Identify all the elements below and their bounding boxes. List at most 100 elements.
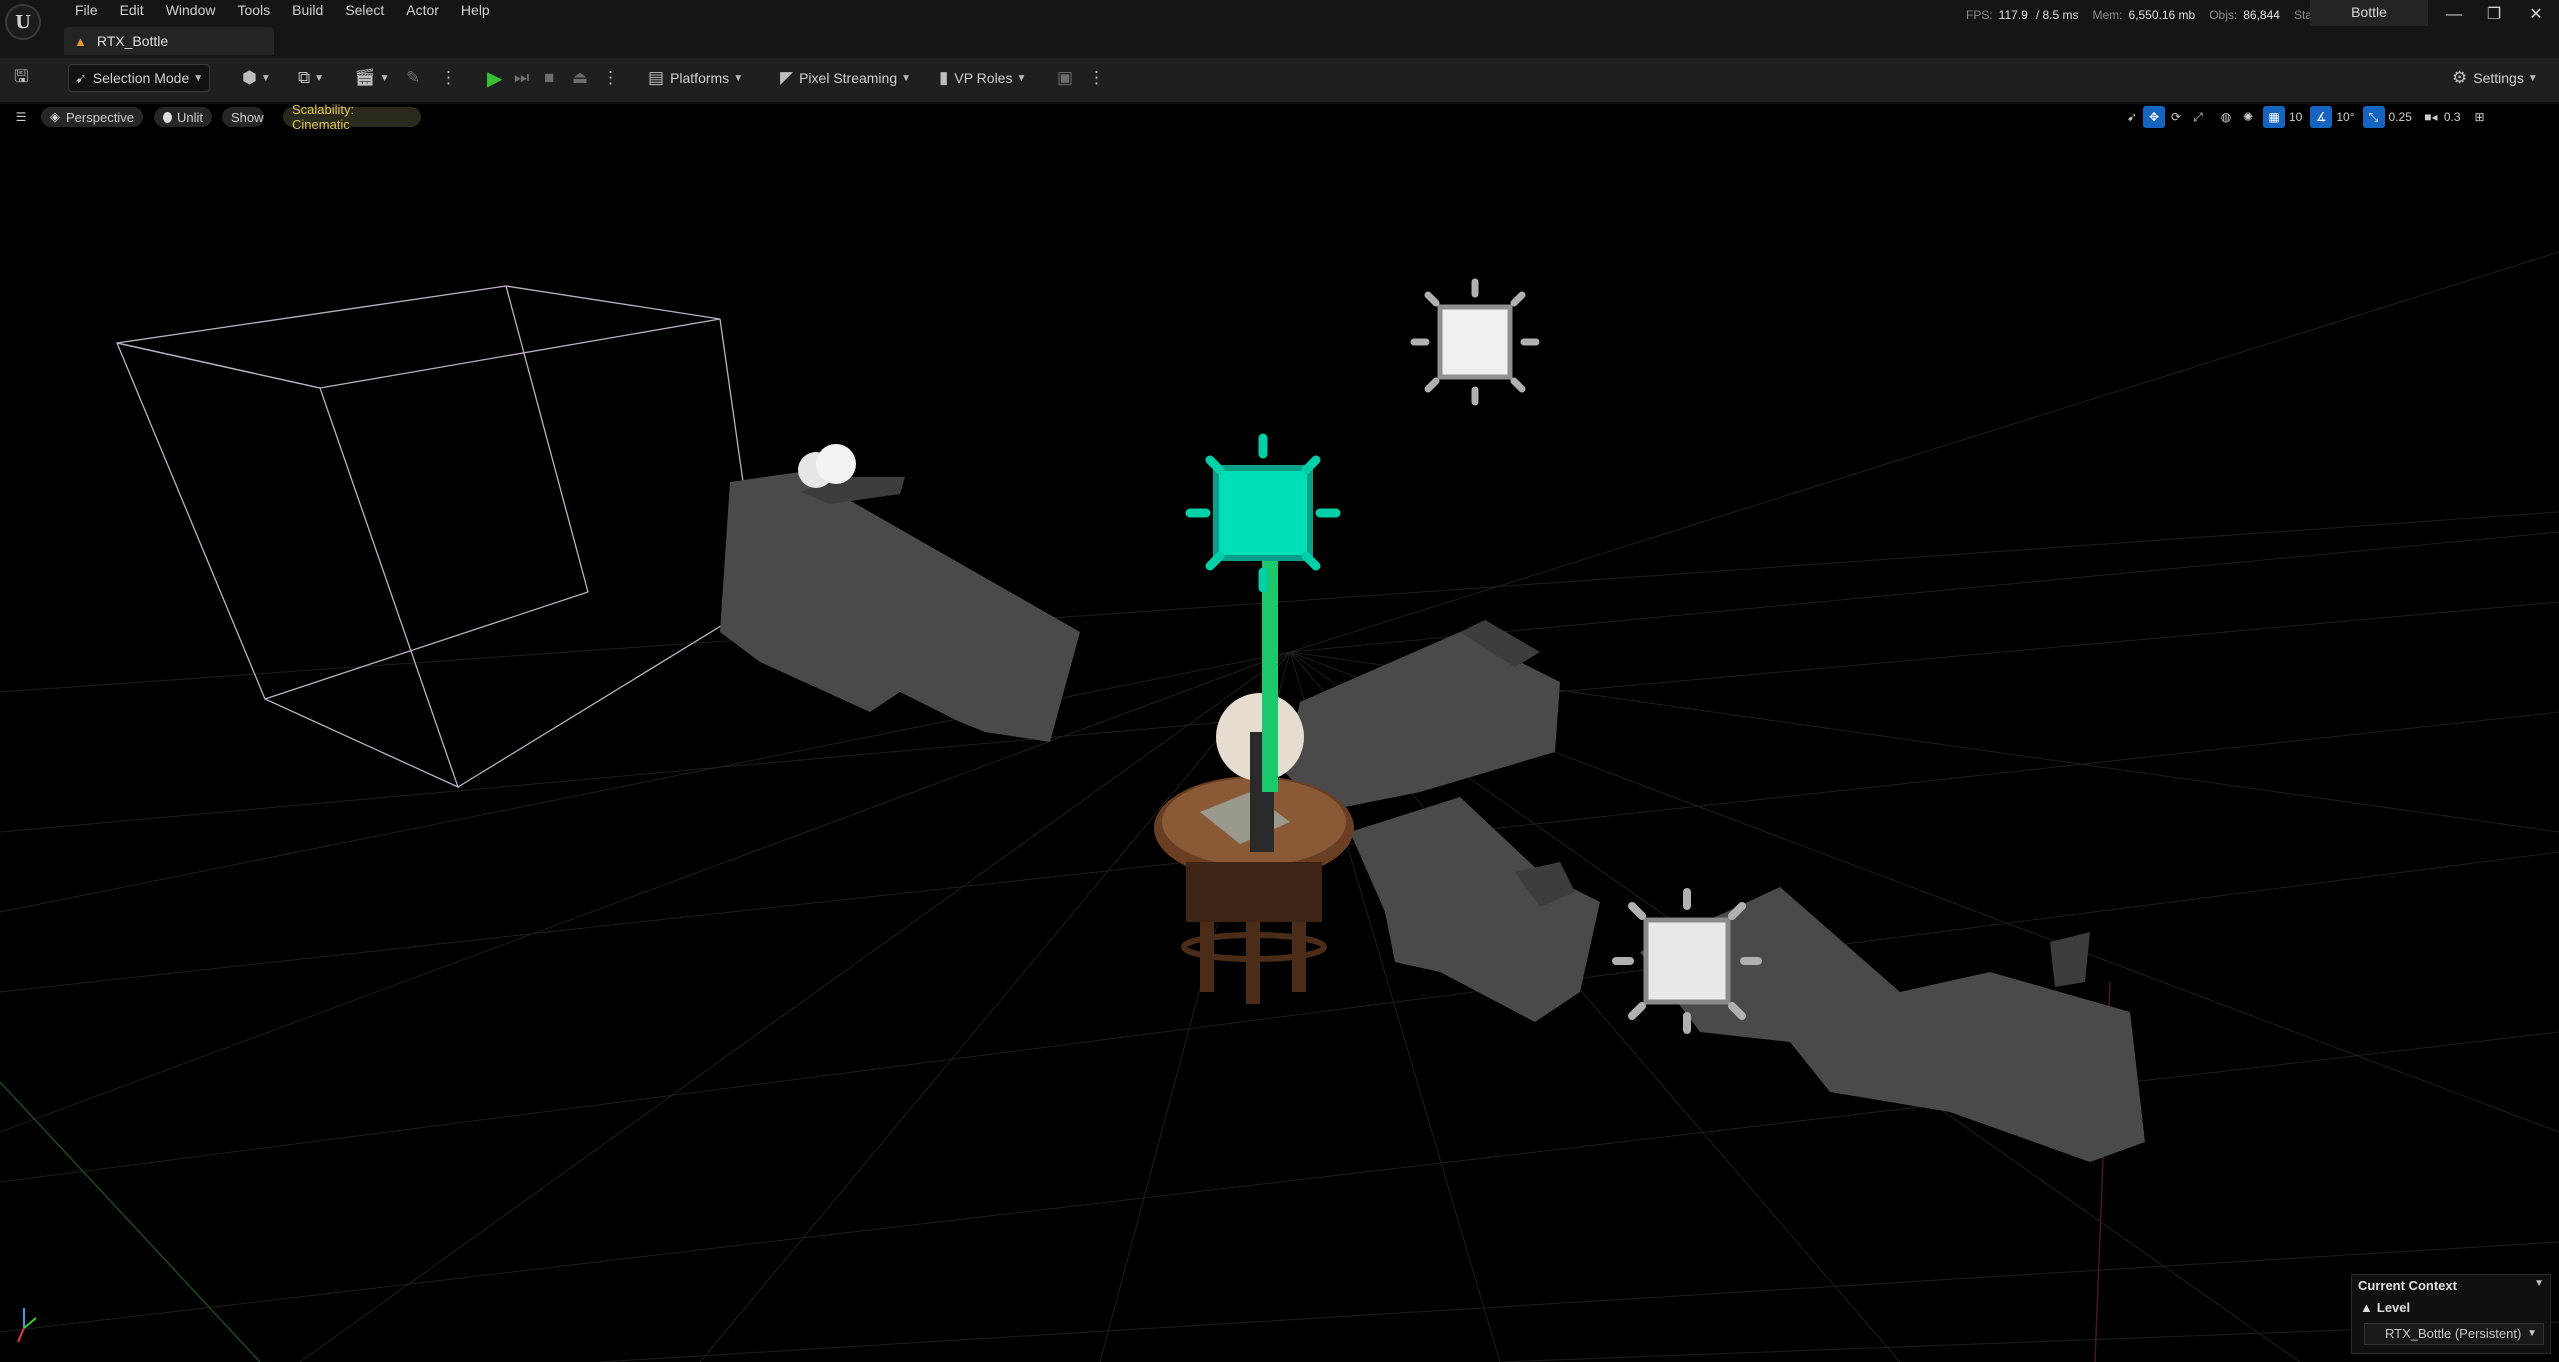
perspective-button[interactable]: ◈ Perspective [41,107,143,127]
scalability-warning[interactable]: Scalability: Cinematic [283,102,421,132]
play-icon: ▶ [487,67,503,90]
persistent-level-dropdown[interactable]: RTX_Bottle (Persistent) ▼ [2364,1323,2544,1345]
project-name: Bottle [2310,0,2428,26]
add-actor-icon: ⬢ [242,68,257,87]
main-menu: File Edit Window Tools Build Select Acto… [64,0,501,22]
viewport-menu-icon[interactable]: ☰ [10,106,32,128]
scale-snap-icon[interactable]: ⤡ [2362,106,2385,128]
cube-icon: ◈ [50,109,60,124]
chevron-down-icon: ▼ [193,72,204,84]
show-label: Show [231,109,264,125]
current-context-panel: Current Context ▼ ▲ Level RTX_Bottle (Per… [2351,1274,2551,1354]
menu-build[interactable]: Build [281,0,334,22]
gear-icon: ⚙ [2452,68,2468,87]
select-tool-icon[interactable]: ➹ [2121,106,2143,128]
modes-icon: ✎ [406,68,421,87]
menu-actor[interactable]: Actor [395,0,450,22]
pixel-streaming-label: Pixel Streaming [799,70,898,86]
menu-select[interactable]: Select [334,0,395,22]
grid-snap-icon[interactable]: ▦ [2263,106,2285,128]
chevron-down-icon: ▼ [2527,1328,2537,1339]
translate-tool-icon[interactable]: ✥ [2143,106,2165,128]
show-button[interactable]: Show [222,107,264,127]
menu-help[interactable]: Help [450,0,501,22]
menu-file[interactable]: File [64,0,109,22]
mem-value: 6,550.16 mb [2128,8,2196,22]
stop-button[interactable]: ■ [544,64,554,92]
view-mode-label: Unlit [176,109,203,125]
scalability-label: Scalability: Cinematic [292,102,355,132]
perspective-label: Perspective [66,109,134,125]
scale-tool-icon[interactable]: ⤢ [2187,106,2209,128]
eject-button[interactable]: ⏏ [572,64,588,92]
persistent-level-label: RTX_Bottle (Persistent) [2385,1326,2522,1341]
pixel-streaming-dropdown[interactable]: ◤ Pixel Streaming ▼ [780,64,911,92]
settings-label: Settings [2473,70,2524,86]
objs-label: Objs: [2209,8,2238,22]
advance-frame-button[interactable]: ⏭ [514,64,529,92]
level-icon: ▲ [2360,1300,2373,1315]
rotation-snap-icon[interactable]: ∡ [2310,106,2333,128]
restore-icon[interactable]: ❐ [2474,2,2514,28]
stop-icon: ■ [544,68,555,87]
selection-mode-dropdown[interactable]: ➹ Selection Mode ▼ [68,64,210,92]
eject-icon: ⏏ [572,68,589,87]
minimize-icon[interactable]: — [2434,2,2474,28]
level-tab-label: RTX_Bottle [96,33,169,49]
blueprint-icon: ⧉ [298,68,311,87]
surface-snap-icon[interactable]: ✺ [2237,106,2259,128]
world-space-icon[interactable]: ◍ [2215,106,2237,128]
vp-roles-dropdown[interactable]: ▮ VP Roles ▼ [939,64,1026,92]
objs-value: 86,844 [2243,8,2280,22]
extra-options-icon[interactable]: ⋮ [1088,64,1105,92]
rotate-tool-icon[interactable]: ⟳ [2165,106,2187,128]
chevron-down-icon[interactable]: ▼ [2534,1278,2544,1289]
menu-window[interactable]: Window [155,0,227,22]
settings-dropdown[interactable]: ⚙ Settings ▼ [2452,64,2538,92]
rotation-snap-value[interactable]: 10° [2336,110,2354,124]
frame-ms: / 8.5 ms [2035,8,2079,22]
modes-button[interactable]: ✎ [406,64,420,92]
selection-mode-label: Selection Mode [92,70,190,86]
camera-speed-value[interactable]: 0.3 [2444,110,2461,124]
cinematics-button[interactable]: 🎬︎ ▼ [354,64,390,92]
mem-label: Mem: [2092,8,2123,22]
play-button[interactable]: ▶ [487,64,502,92]
vcam-icon: ▣ [1057,68,1074,87]
play-options-icon[interactable]: ⋮ [602,64,619,92]
add-actor-button[interactable]: ⬢ ▼ [242,64,271,92]
perf-stats: FPS: 117.9 / 8.5 ms Mem: 6,550.16 mb Obj… [1966,0,2347,30]
sphere-icon [163,111,172,123]
camera-speed-icon[interactable]: ■◂ [2420,106,2442,128]
more-options-icon[interactable]: ⋮ [440,64,457,92]
grid-snap-value[interactable]: 10 [2289,110,2302,124]
platforms-dropdown[interactable]: ▤ Platforms ▼ [648,64,743,92]
transform-tools: ➹ ✥ ⟳ ⤢ ◍ ✺ ▦ 10 ∡ 10° ⤡ 0.25 ■◂ 0.3 ⊞ [2121,106,2491,128]
unreal-logo[interactable]: U [5,4,41,40]
platforms-icon: ▤ [648,68,665,87]
cursor-icon: ➹ [75,69,87,86]
vp-roles-icon: ▮ [939,68,949,87]
close-icon[interactable]: ✕ [2516,2,2556,28]
scale-snap-value[interactable]: 0.25 [2389,110,2412,124]
maximize-viewport-icon[interactable]: ⊞ [2469,106,2491,128]
level-viewport[interactable] [0,132,2559,1362]
clapper-icon: 🎬︎ [354,68,376,87]
pixel-streaming-icon: ◤ [780,68,794,87]
view-mode-button[interactable]: Unlit [154,107,212,127]
fps-value: 117.9 [1998,8,2028,22]
level-text: Level [2376,1300,2411,1315]
level-tab[interactable]: ▲ RTX_Bottle [64,27,274,55]
current-context-title: Current Context [2358,1278,2457,1293]
menu-edit[interactable]: Edit [109,0,155,22]
vp-roles-label: VP Roles [954,70,1013,86]
save-icon[interactable]: 🖫 [14,64,28,92]
menu-tools[interactable]: Tools [226,0,281,22]
fps-label: FPS: [1966,8,1993,22]
level-icon: ▲ [74,33,87,49]
blueprint-button[interactable]: ⧉ ▼ [298,64,324,92]
level-label: ▲ Level [2360,1300,2410,1315]
vcam-button[interactable]: ▣ [1057,64,1073,92]
platforms-label: Platforms [670,70,730,86]
step-icon: ⏭ [514,68,530,87]
